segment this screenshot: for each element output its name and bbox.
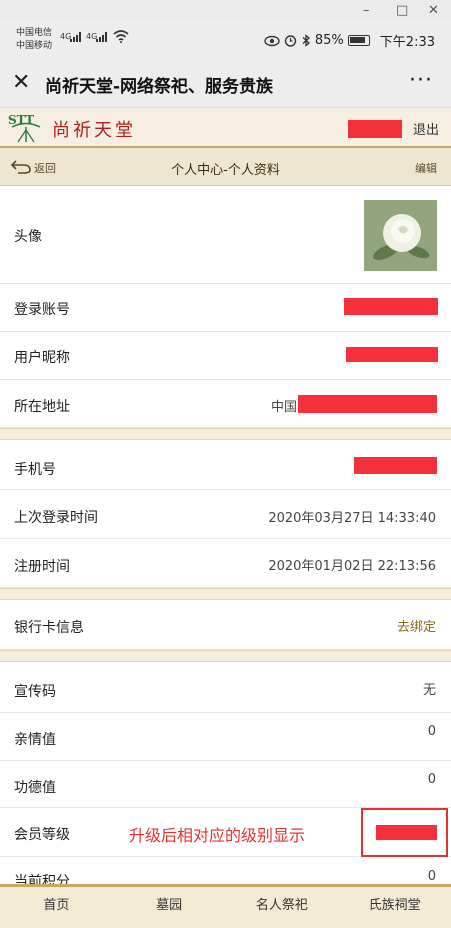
bank-row[interactable]: 银行卡信息 去绑定 [0, 602, 451, 650]
clock: 下午2:33 [379, 35, 435, 50]
nav-clan-shrine[interactable]: 氏族祠堂 [338, 887, 451, 928]
logo-text: 尚祈天堂 [52, 120, 136, 141]
annotation-text: 升级后相对应的级别显示 [129, 826, 306, 845]
site-logo: STT [8, 113, 41, 143]
register-row: 注册时间 2020年01月02日 22:13:56 [0, 539, 451, 588]
logout-link[interactable]: 退出 [413, 119, 439, 138]
edit-button[interactable]: 编辑 [415, 160, 437, 176]
points-row: 当前积分 0 [0, 857, 451, 884]
battery-percent: 85% [314, 33, 344, 48]
section-divider [0, 588, 451, 600]
promo-row: 宣传码 无 [0, 664, 451, 713]
battery-icon [347, 35, 370, 46]
last-login-label: 上次登录时间 [14, 510, 98, 526]
status-right-group: 85% 下午2:33 [264, 31, 435, 50]
close-icon[interactable]: ✕ [12, 70, 30, 95]
last-login-value: 2020年03月27日 14:33:40 [268, 511, 436, 526]
merit-label: 功德值 [14, 780, 56, 796]
maximize-icon[interactable]: □ [396, 2, 408, 20]
alarm-icon [284, 35, 297, 47]
eye-icon [264, 35, 280, 46]
address-row: 所在地址 中国 [0, 380, 451, 428]
kinship-value: 0 [427, 724, 436, 739]
bluetooth-icon [302, 34, 310, 47]
close-window-icon[interactable]: ✕ [428, 2, 439, 20]
last-login-row: 上次登录时间 2020年03月27日 14:33:40 [0, 490, 451, 539]
merit-value: 0 [427, 772, 436, 787]
carrier-1: 中国电信 [16, 28, 53, 38]
bind-bank-link[interactable]: 去绑定 [397, 616, 436, 635]
nickname-label: 用户昵称 [14, 350, 70, 366]
address-label: 所在地址 [14, 399, 70, 415]
merit-row: 功德值 0 [0, 761, 451, 808]
phone-row: 手机号 [0, 442, 451, 490]
points-label: 当前积分 [14, 874, 70, 884]
member-level-label: 会员等级 [14, 827, 70, 843]
kinship-row: 亲情值 0 [0, 713, 451, 761]
nav-cemetery[interactable]: 墓园 [113, 887, 226, 928]
promo-value: 无 [422, 683, 436, 698]
app-titlebar: ✕ 尚祈天堂-网络祭祀、服务贵族 ··· [0, 60, 451, 108]
bottom-nav: 首页 墓园 名人祭祀 氏族祠堂 [0, 884, 451, 928]
section-title: 个人中心-个人资料 [171, 163, 280, 178]
register-label: 注册时间 [14, 559, 70, 575]
avatar[interactable] [364, 200, 437, 271]
nav-home[interactable]: 首页 [0, 887, 113, 928]
page-title: 尚祈天堂-网络祭祀、服务贵族 [45, 77, 274, 97]
address-country: 中国 [271, 400, 298, 415]
address-redaction [298, 395, 437, 413]
phone-label: 手机号 [14, 462, 56, 478]
bank-label: 银行卡信息 [14, 620, 84, 636]
section-divider [0, 428, 451, 440]
avatar-row[interactable]: 头像 [0, 186, 451, 284]
status-bar: 中国电信 中国移动 4G 4G 85% 下午2:33 [0, 22, 451, 60]
points-value: 0 [427, 869, 436, 884]
signal-icon [70, 32, 82, 42]
logo-abbr: STT [8, 113, 34, 127]
wifi-icon [113, 30, 129, 43]
account-redaction [344, 298, 438, 315]
rose-image [364, 200, 437, 271]
site-header: STT 尚祈天堂 退出 [0, 108, 451, 148]
sub-header: 返回 个人中心-个人资料 编辑 [0, 148, 451, 186]
nav-celebrity-memorial[interactable]: 名人祭祀 [226, 887, 339, 928]
section-divider [0, 650, 451, 662]
nickname-redaction [346, 347, 438, 362]
register-value: 2020年01月02日 22:13:56 [268, 559, 436, 574]
carrier-2: 中国移动 [16, 41, 53, 51]
phone-redaction [354, 457, 437, 474]
signal-icon [96, 32, 108, 42]
promo-label: 宣传码 [14, 684, 56, 700]
avatar-label: 头像 [14, 229, 42, 245]
account-row: 登录账号 [0, 284, 451, 332]
annotation-box [361, 808, 448, 857]
minimize-icon[interactable]: – [363, 2, 370, 20]
kinship-label: 亲情值 [14, 732, 56, 748]
nickname-row: 用户昵称 [0, 332, 451, 380]
window-controls-bar: – □ ✕ [0, 0, 451, 22]
account-label: 登录账号 [14, 302, 70, 318]
more-icon[interactable]: ··· [409, 68, 433, 93]
username-redaction [348, 120, 402, 138]
